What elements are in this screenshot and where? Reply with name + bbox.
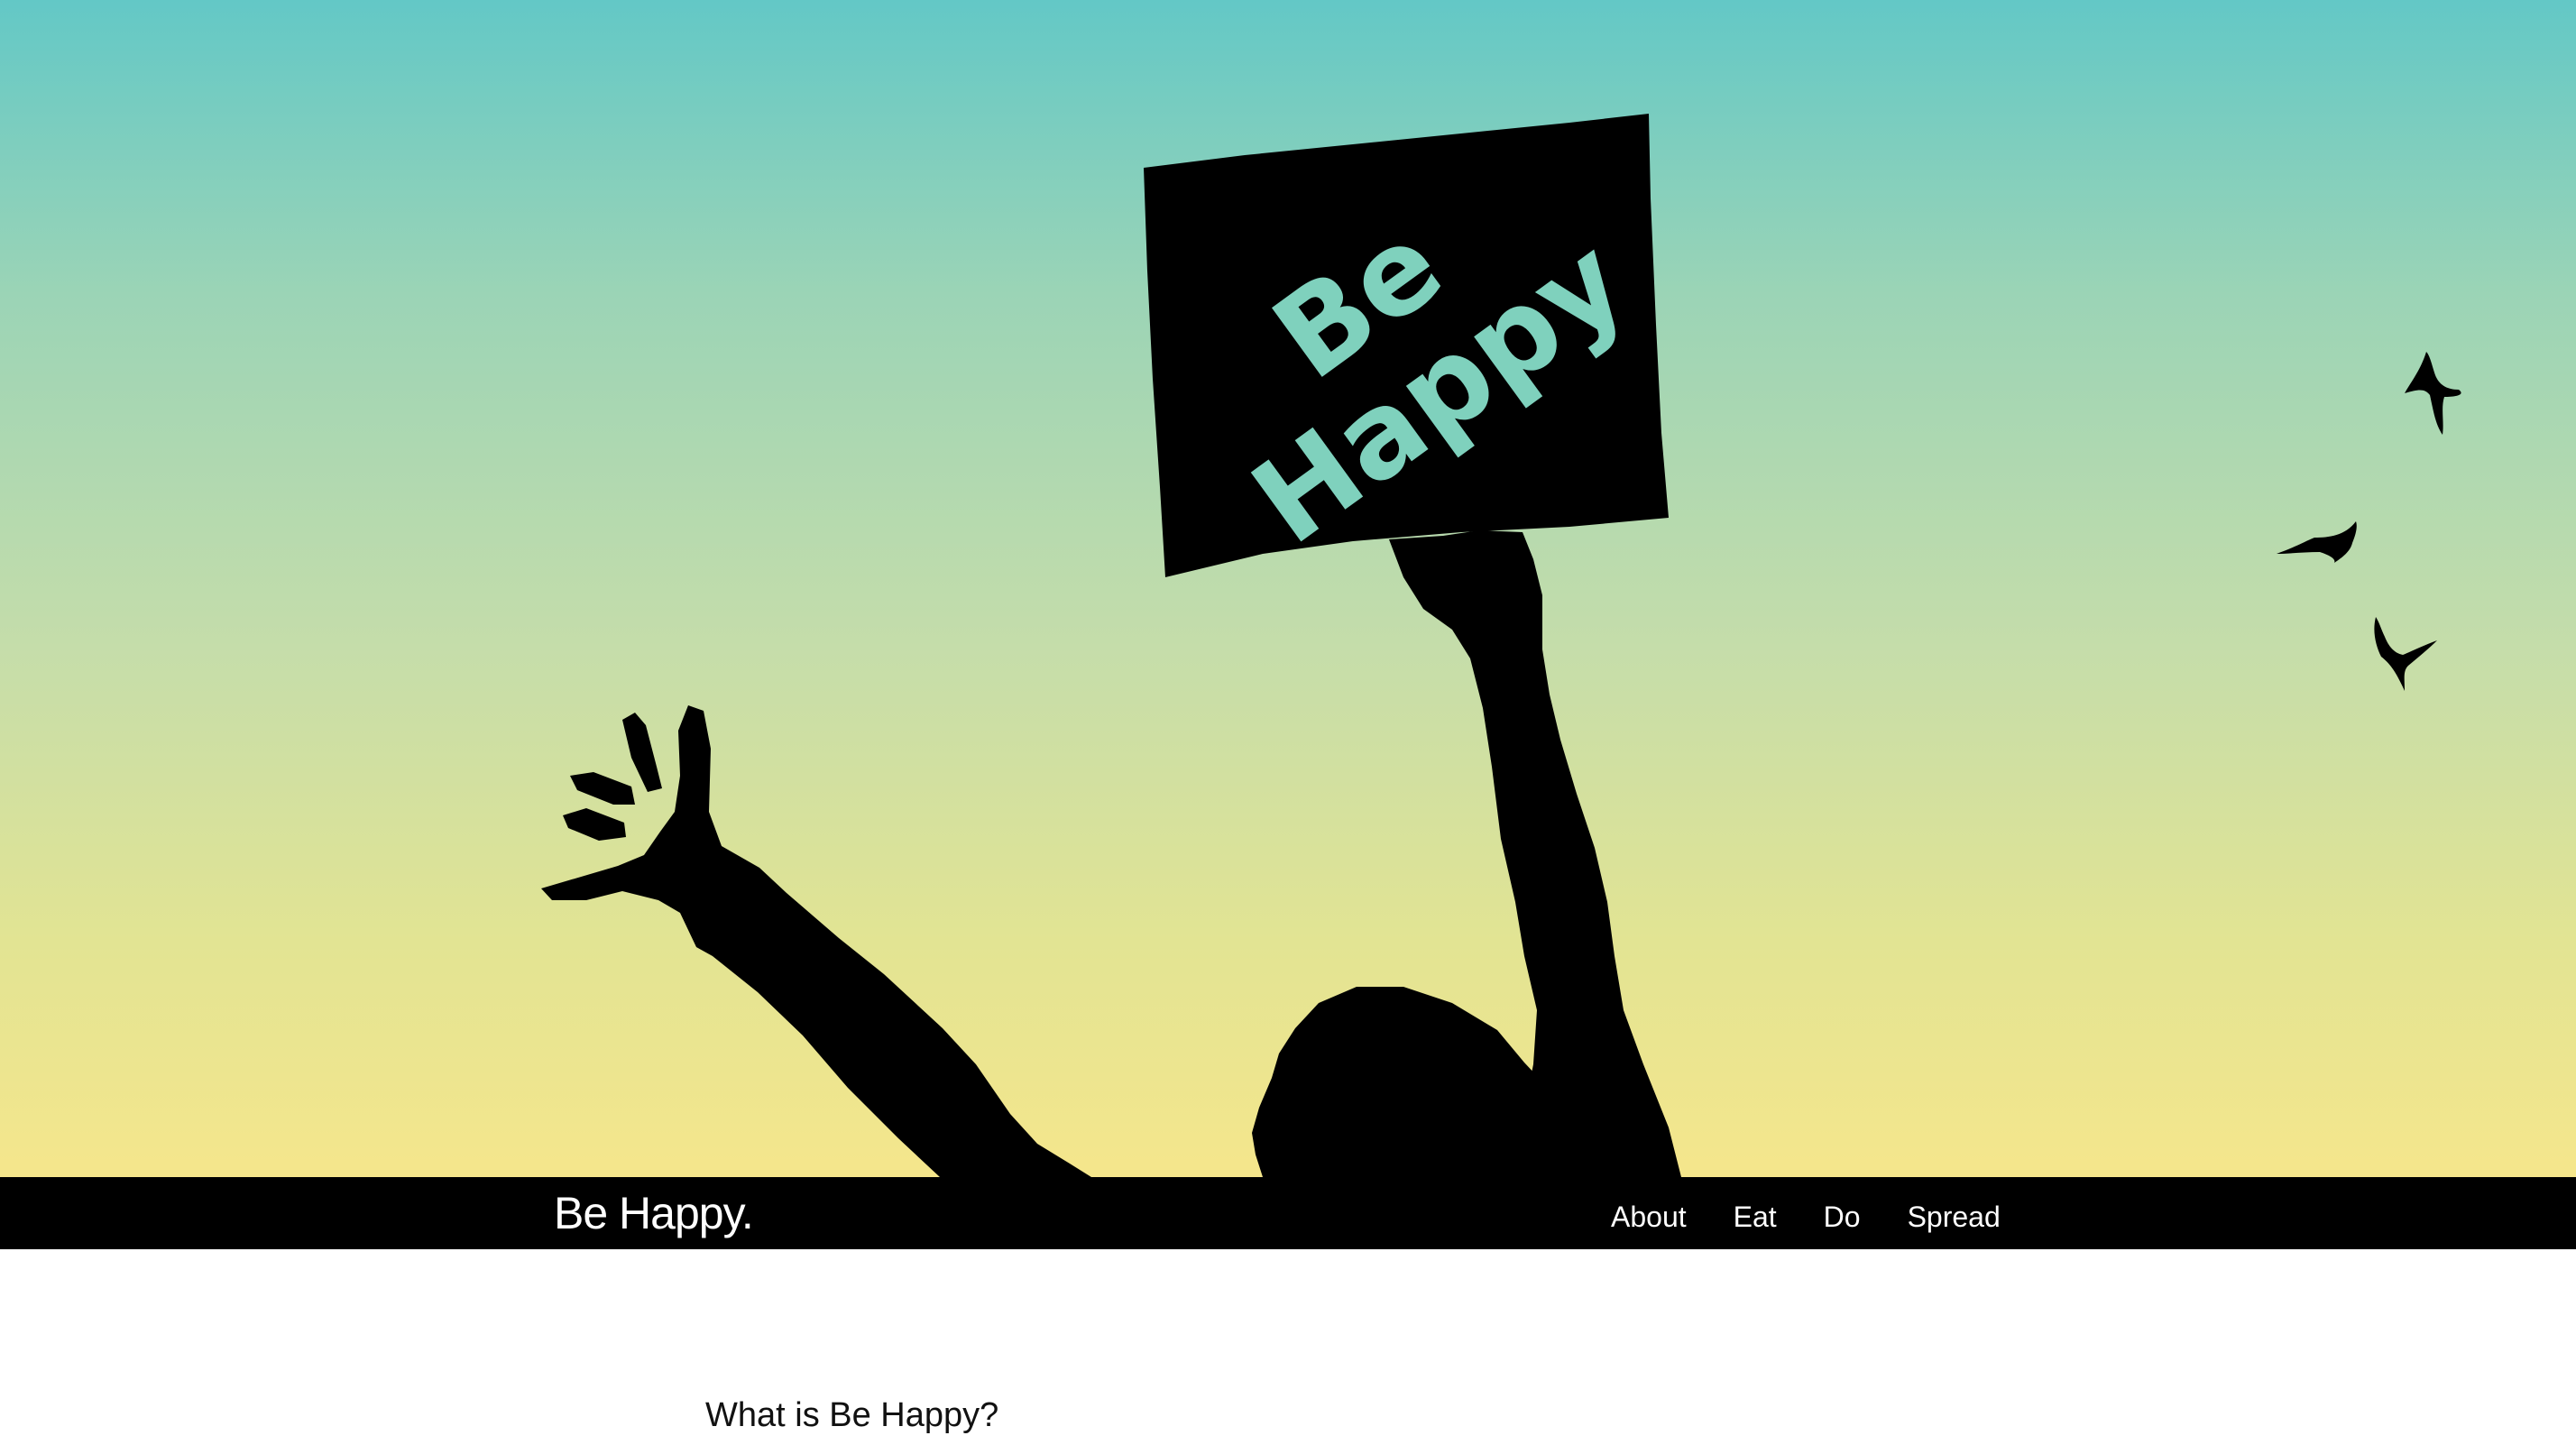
nav-link-about[interactable]: About	[1611, 1199, 1687, 1235]
site-logo[interactable]: Be Happy.	[554, 1184, 754, 1242]
bird-icon	[2405, 352, 2461, 435]
nav-links: About Eat Do Spread	[1611, 1195, 2001, 1238]
person-left-arm	[541, 705, 1091, 1177]
hero-illustration: Be Happy	[541, 114, 2461, 1177]
bird-icon	[2374, 617, 2437, 691]
section-heading: What is Be Happy?	[705, 1396, 999, 1434]
bird-icon	[2277, 521, 2357, 563]
nav-link-spread[interactable]: Spread	[1908, 1199, 2001, 1235]
nav-link-eat[interactable]: Eat	[1734, 1199, 1777, 1235]
top-navbar: Be Happy. About Eat Do Spread	[0, 1177, 2576, 1249]
nav-link-do[interactable]: Do	[1824, 1199, 1861, 1235]
hero-banner: Be Happy	[0, 0, 2576, 1177]
main-content: What is Be Happy?	[0, 1249, 2576, 1454]
person-hand-fingers	[563, 713, 662, 841]
